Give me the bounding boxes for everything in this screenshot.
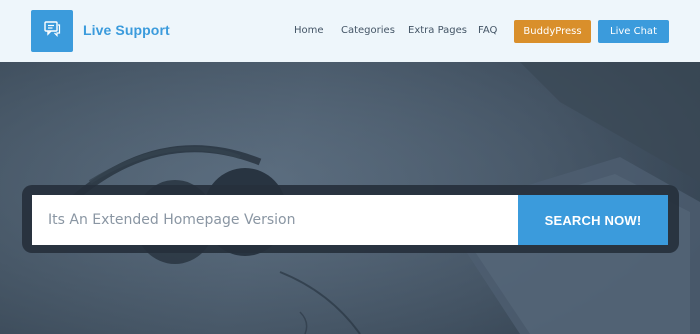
nav-home[interactable]: Home bbox=[294, 25, 324, 36]
site-header: Live Support Home Categories Extra Pages… bbox=[0, 0, 700, 62]
nav-categories[interactable]: Categories bbox=[341, 25, 395, 36]
buddypress-button[interactable]: BuddyPress bbox=[514, 20, 591, 43]
nav-faq[interactable]: FAQ bbox=[478, 25, 497, 36]
live-chat-button[interactable]: Live Chat bbox=[598, 20, 669, 43]
chat-bubble-icon bbox=[43, 20, 61, 43]
search-input[interactable] bbox=[32, 195, 518, 245]
search-button[interactable]: SEARCH NOW! bbox=[518, 195, 668, 245]
nav-extra-pages[interactable]: Extra Pages bbox=[408, 25, 467, 36]
brand-name[interactable]: Live Support bbox=[83, 22, 170, 38]
logo[interactable] bbox=[31, 10, 73, 52]
